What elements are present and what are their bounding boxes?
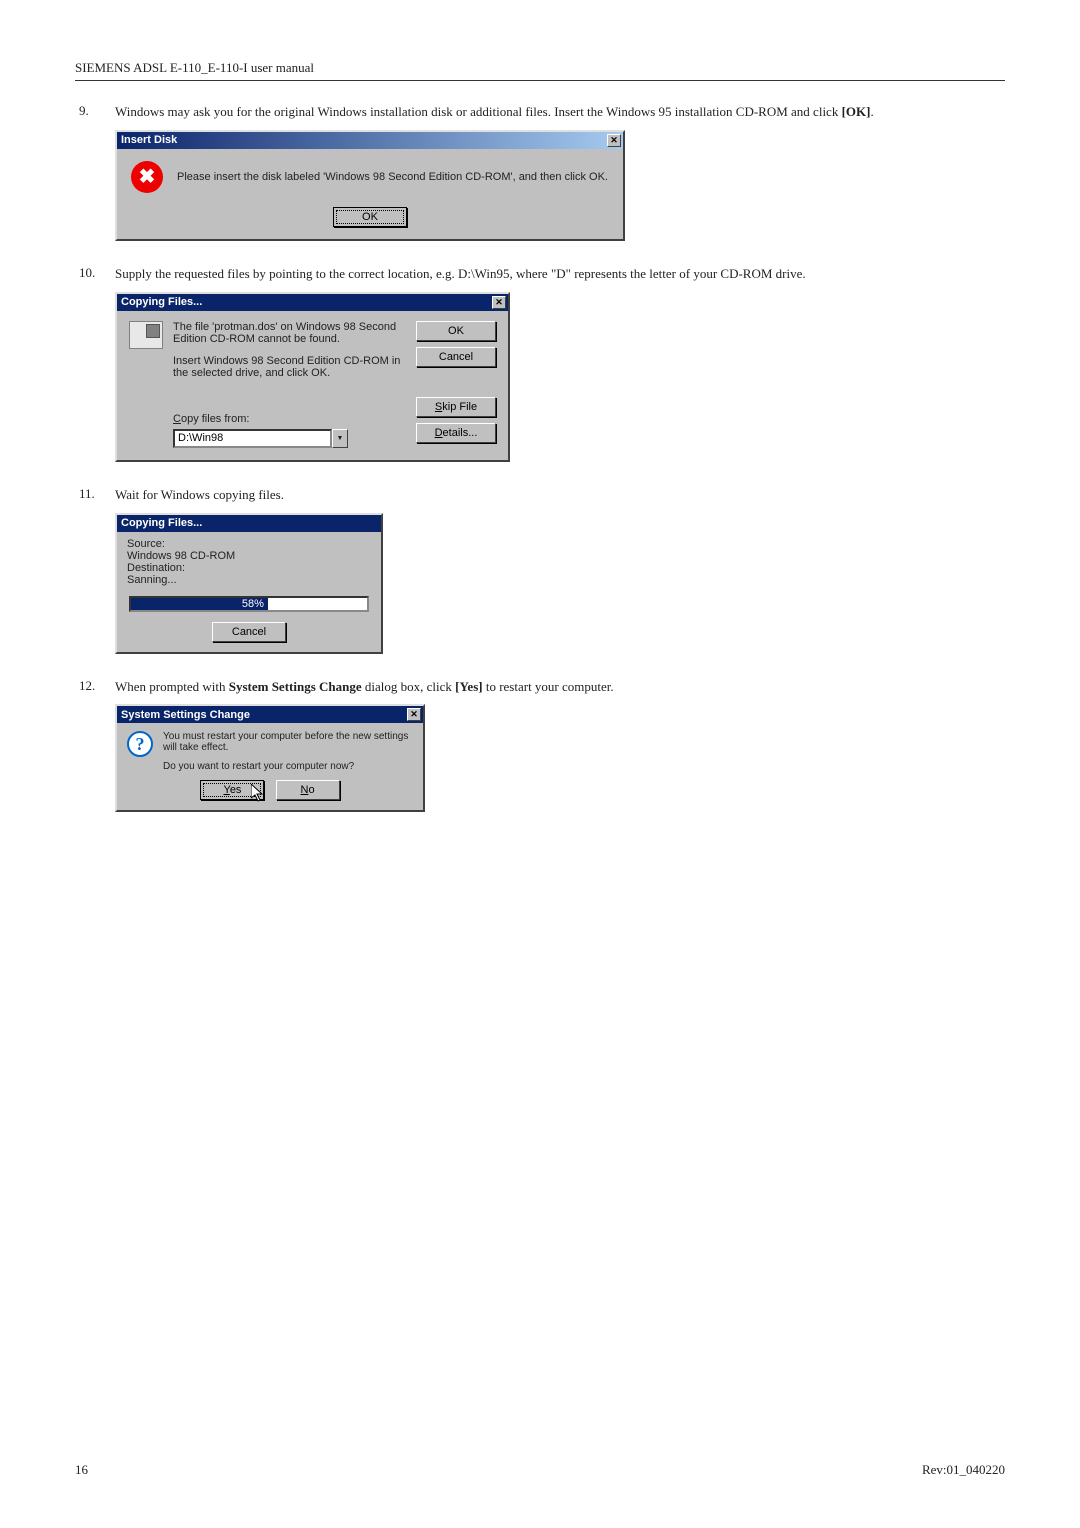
dialog-titlebar: Copying Files...	[117, 515, 381, 532]
close-icon[interactable]: ✕	[407, 708, 421, 721]
ok-button[interactable]: OK	[416, 321, 496, 341]
copying-files-dialog-2: Copying Files... Source: Windows 98 CD-R…	[115, 513, 383, 654]
txt-bold: System Settings Change	[229, 679, 362, 694]
txt-bold: [Yes]	[455, 679, 482, 694]
dialog-message: Do you want to restart your computer now…	[163, 761, 413, 772]
no-button[interactable]: No	[276, 780, 340, 800]
dialog-footer: Yes No	[117, 776, 423, 810]
close-icon[interactable]: ✕	[492, 296, 506, 309]
revision: Rev:01_040220	[922, 1462, 1005, 1478]
install-icon	[129, 321, 163, 349]
txt: Windows may ask you for the original Win…	[115, 104, 842, 119]
destination-label: Destination:	[127, 562, 371, 574]
step-text: When prompted with System Settings Chang…	[115, 678, 1005, 697]
dialog-titlebar: System Settings Change ✕	[117, 706, 423, 723]
cancel-button[interactable]: Cancel	[212, 622, 286, 642]
dialog-title: System Settings Change	[121, 709, 250, 721]
dialog-message-wrap: You must restart your computer before th…	[163, 731, 413, 772]
txt: to restart your computer.	[483, 679, 614, 694]
dialog-titlebar: Copying Files... ✕	[117, 294, 508, 311]
close-icon[interactable]: ✕	[607, 134, 621, 147]
step-text: Supply the requested files by pointing t…	[115, 265, 1005, 284]
step-number: 10.	[75, 265, 115, 476]
cursor-icon	[251, 784, 263, 802]
step-12: 12. When prompted with System Settings C…	[75, 678, 1005, 827]
step-9: 9. Windows may ask you for the original …	[75, 103, 1005, 255]
page-footer: 16 Rev:01_040220	[75, 1462, 1005, 1478]
details-button[interactable]: Details...	[416, 423, 496, 443]
chevron-down-icon[interactable]: ▼	[332, 429, 348, 448]
dialog-message: Insert Windows 98 Second Edition CD-ROM …	[173, 355, 406, 379]
copy-from-label: Copy files from:	[173, 413, 406, 425]
progress-bar: 58%	[129, 596, 369, 612]
dialog-footer: Cancel	[127, 622, 371, 642]
dialog-body: The file 'protman.dos' on Windows 98 Sec…	[117, 311, 508, 460]
error-icon: ✖	[131, 161, 163, 193]
dialog-message: The file 'protman.dos' on Windows 98 Sec…	[173, 321, 406, 345]
dialog-body: Source: Windows 98 CD-ROM Destination: S…	[117, 532, 381, 652]
step-text: Windows may ask you for the original Win…	[115, 103, 1005, 122]
dialog-footer: OK	[117, 205, 623, 239]
dialog-mid: The file 'protman.dos' on Windows 98 Sec…	[173, 321, 416, 448]
copying-files-dialog-1: Copying Files... ✕ The file 'protman.dos…	[115, 292, 510, 462]
skip-file-button[interactable]: Skip File	[416, 397, 496, 417]
txt: dialog box, click	[362, 679, 456, 694]
dialog-body: ✖ Please insert the disk labeled 'Window…	[117, 149, 623, 205]
ok-button[interactable]: OK	[333, 207, 407, 227]
step-number: 12.	[75, 678, 115, 827]
step-10: 10. Supply the requested files by pointi…	[75, 265, 1005, 476]
insert-disk-dialog: Insert Disk ✕ ✖ Please insert the disk l…	[115, 130, 625, 241]
dialog-title: Insert Disk	[121, 134, 177, 146]
txt: When prompted with	[115, 679, 229, 694]
step-number: 11.	[75, 486, 115, 668]
question-icon: ?	[127, 731, 153, 757]
spacer	[416, 373, 496, 391]
destination-value: Sanning...	[127, 574, 371, 586]
source-label: Source:	[127, 538, 371, 550]
txt-bold: [OK]	[842, 104, 871, 119]
step-number: 9.	[75, 103, 115, 255]
dialog-titlebar: Insert Disk ✕	[117, 132, 623, 149]
cancel-button[interactable]: Cancel	[416, 347, 496, 367]
dialog-title: Copying Files...	[121, 296, 202, 308]
source-value: Windows 98 CD-ROM	[127, 550, 371, 562]
copy-from-combo[interactable]: ▼	[173, 429, 348, 448]
dialog-body: ? You must restart your computer before …	[117, 723, 423, 776]
progress-fill: 58%	[131, 598, 268, 610]
txt: .	[870, 104, 873, 119]
page-header: SIEMENS ADSL E-110_E-110-I user manual	[75, 60, 1005, 81]
page-number: 16	[75, 1462, 88, 1478]
dialog-title: Copying Files...	[121, 517, 202, 529]
dialog-message: You must restart your computer before th…	[163, 731, 413, 753]
system-settings-change-dialog: System Settings Change ✕ ? You must rest…	[115, 704, 425, 812]
dialog-buttons: OK Cancel Skip File Details...	[416, 321, 496, 448]
step-11: 11. Wait for Windows copying files. Copy…	[75, 486, 1005, 668]
dialog-message: Please insert the disk labeled 'Windows …	[177, 171, 608, 183]
step-text: Wait for Windows copying files.	[115, 486, 1005, 505]
copy-from-input[interactable]	[173, 429, 332, 448]
